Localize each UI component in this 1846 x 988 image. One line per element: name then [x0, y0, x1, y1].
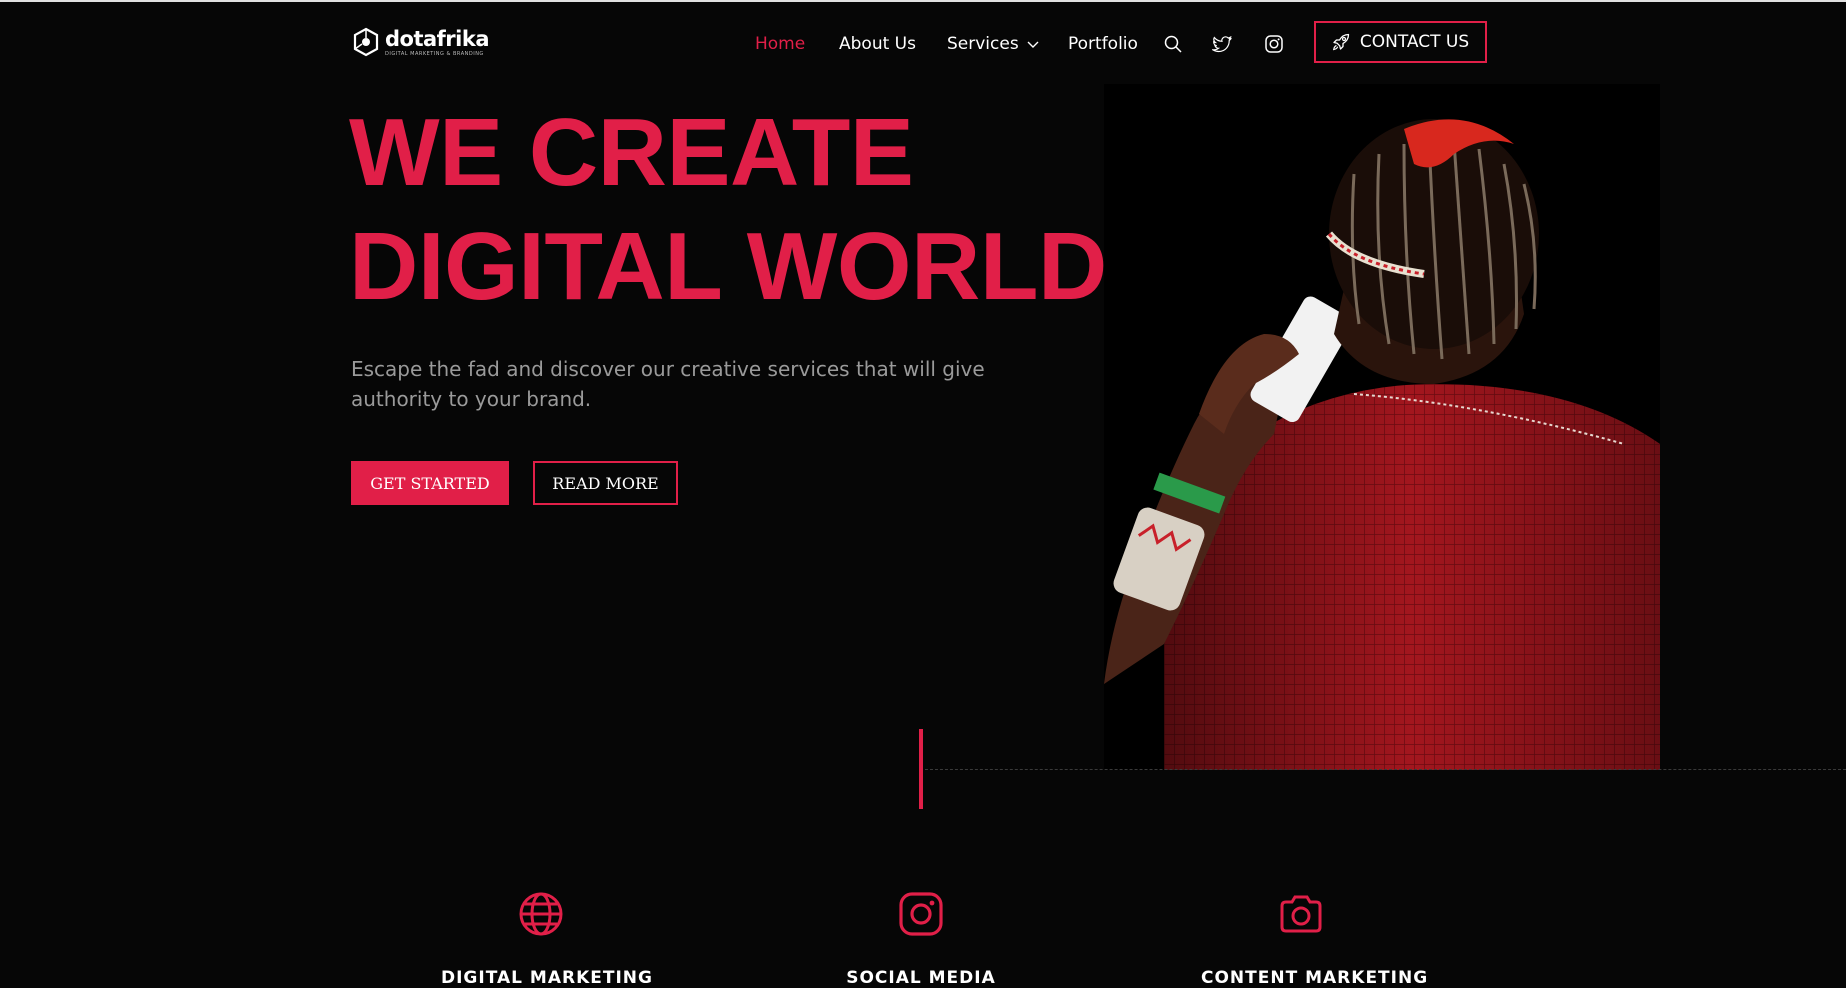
nav-portfolio[interactable]: Portfolio [1068, 33, 1138, 55]
section-divider-horizontal [925, 769, 1846, 770]
contact-us-button[interactable]: CONTACT US [1314, 21, 1487, 63]
instagram-icon [899, 892, 943, 936]
service-social-media[interactable]: SOCIAL MEDIA [821, 890, 1021, 988]
service-content-marketing[interactable]: CONTENT MARKETING [1201, 890, 1429, 988]
hero-title-line-2: DIGITAL WORLD [349, 213, 1107, 320]
section-divider-vertical [919, 729, 923, 809]
globe-icon [519, 892, 563, 936]
logo-mark-icon [353, 27, 379, 57]
nav-home[interactable]: Home [755, 33, 805, 55]
chevron-down-icon [1027, 41, 1039, 48]
brand-logo[interactable]: dotafrika DIGITAL MARKETING & BRANDING [351, 26, 490, 58]
hero-subtitle: Escape the fad and discover our creative… [351, 357, 985, 411]
service-label: CONTENT MARKETING [1201, 968, 1429, 988]
nav-services-label: Services [947, 34, 1019, 54]
brand-tagline: DIGITAL MARKETING & BRANDING [385, 50, 484, 57]
nav-services[interactable]: Services [947, 33, 1039, 55]
rocket-icon [1332, 33, 1350, 51]
hero-title: WE CREATE DIGITAL WORLD [349, 96, 1107, 324]
contact-us-label: CONTACT US [1359, 32, 1470, 52]
service-label: SOCIAL MEDIA [846, 968, 996, 988]
get-started-button[interactable]: GET STARTED [351, 461, 509, 505]
service-digital-marketing[interactable]: DIGITAL MARKETING [441, 890, 653, 988]
instagram-icon[interactable] [1263, 33, 1285, 55]
hero-title-line-1: WE CREATE [349, 99, 914, 206]
camera-icon [1280, 895, 1322, 933]
read-more-button[interactable]: READ MORE [533, 461, 678, 505]
brand-name: dotafrika [385, 26, 490, 51]
search-icon[interactable] [1162, 33, 1184, 55]
top-border [0, 0, 1846, 2]
service-label: DIGITAL MARKETING [441, 968, 653, 988]
nav-about-us[interactable]: About Us [839, 33, 916, 55]
hero-image [1104, 84, 1660, 770]
twitter-icon[interactable] [1211, 33, 1233, 55]
